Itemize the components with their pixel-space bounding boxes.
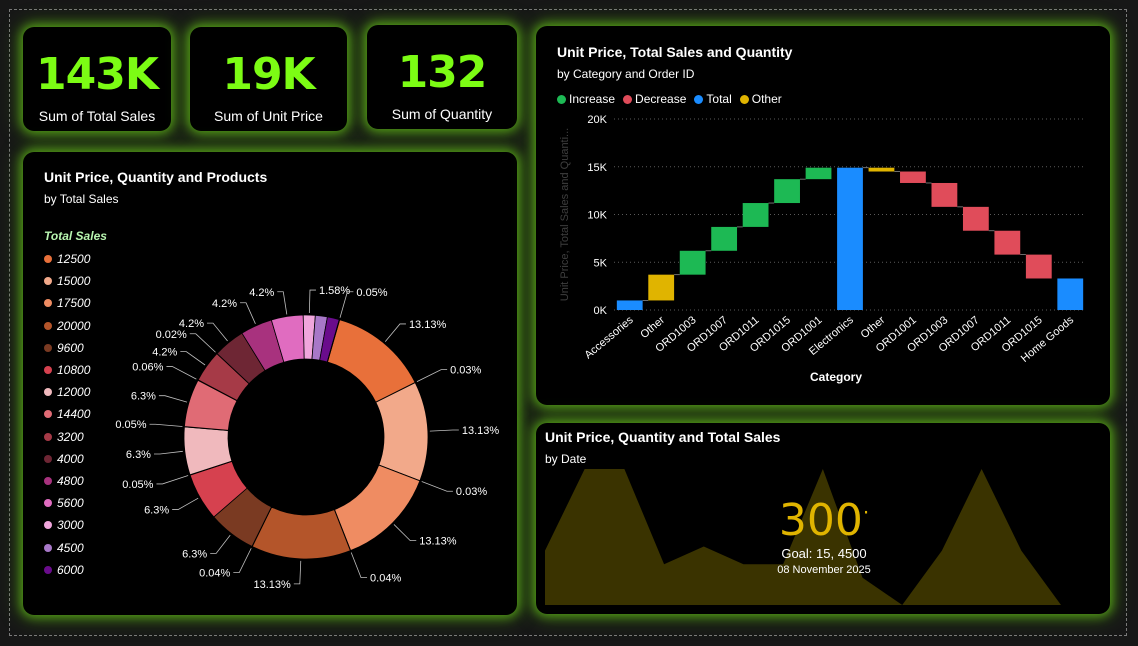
y-tick-label: 0K <box>594 305 608 317</box>
slice-data-label: 13.13% <box>419 536 457 548</box>
slice-leader-line <box>429 429 459 432</box>
kpi-number: 300 <box>778 495 863 546</box>
slice-data-label: 13.13% <box>409 319 447 331</box>
trend-kpi-card[interactable]: Unit Price, Quantity and Total Sales by … <box>536 423 1110 614</box>
slice-data-label: 4.2% <box>152 347 177 359</box>
kpi-goal: Goal: 15, 4500 <box>781 546 867 561</box>
slice-data-label: 0.05% <box>122 479 153 491</box>
chart-subtitle: by Date <box>545 452 587 466</box>
slice-data-label: 0.04% <box>199 567 230 579</box>
kpi-card-quantity[interactable]: 132 Sum of Quantity <box>367 25 517 129</box>
slice-data-label: 0.03% <box>456 486 487 498</box>
slice-leader-line <box>210 534 231 554</box>
slice-leader-line <box>180 351 206 366</box>
slice-leader-line <box>172 497 199 510</box>
kpi-value: 300· <box>774 495 874 546</box>
slice-leader-line <box>293 560 302 585</box>
waterfall-bar[interactable] <box>742 203 769 227</box>
waterfall-bar[interactable] <box>868 167 895 172</box>
y-tick-label: 5K <box>594 257 608 269</box>
slice-data-label: 6.3% <box>126 449 151 461</box>
slice-leader-line <box>384 323 406 342</box>
slice-leader-line <box>206 322 228 342</box>
y-axis-title: Unit Price, Total Sales and Quanti... <box>559 128 571 301</box>
waterfall-bar[interactable] <box>931 182 958 207</box>
waterfall-bar[interactable] <box>648 274 675 301</box>
y-tick-label: 20K <box>587 114 607 126</box>
slice-leader-line <box>308 289 316 314</box>
kpi-label: Sum of Unit Price <box>214 108 323 124</box>
y-tick-label: 15K <box>587 162 607 174</box>
slice-leader-line <box>277 291 288 315</box>
waterfall-bar[interactable] <box>1057 278 1084 310</box>
y-tick-label: 10K <box>587 210 607 222</box>
waterfall-chart[interactable]: 0K5K10K15K20KAccessories OtherORD1003ORD1… <box>536 26 1110 405</box>
slice-data-label: 4.2% <box>212 298 237 310</box>
slice-leader-line <box>393 524 417 542</box>
waterfall-bar[interactable] <box>837 167 863 310</box>
slice-leader-line <box>149 423 183 427</box>
kpi-card-unit-price[interactable]: 19K Sum of Unit Price <box>190 27 347 131</box>
waterfall-bar[interactable] <box>774 179 800 204</box>
x-axis-title: Category <box>810 370 862 384</box>
kpi-value: 132 <box>397 47 488 98</box>
slice-data-label: 6.3% <box>131 391 156 403</box>
kpi-label: Sum of Quantity <box>391 106 493 122</box>
waterfall-bar[interactable] <box>900 171 926 183</box>
slice-leader-line <box>421 481 453 492</box>
waterfall-bar[interactable] <box>994 230 1021 255</box>
slice-data-label: 4.2% <box>179 318 204 330</box>
kpi-card-total-sales[interactable]: 143K Sum of Total Sales <box>23 27 171 131</box>
slice-data-label: 0.06% <box>132 362 163 374</box>
slice-leader-line <box>350 552 368 579</box>
slice-leader-line <box>233 548 252 573</box>
slice-data-label: 13.13% <box>462 425 500 437</box>
slice-leader-line <box>153 450 183 455</box>
slice-leader-line <box>166 366 197 380</box>
waterfall-bar[interactable] <box>962 206 989 231</box>
slice-leader-line <box>156 475 189 485</box>
donut-chart-card[interactable]: Unit Price, Quantity and Products by Tot… <box>23 152 517 615</box>
kpi-label: Sum of Total Sales <box>38 108 156 124</box>
slice-leader-line <box>240 302 256 324</box>
slice-leader-line <box>158 395 188 403</box>
waterfall-bar[interactable] <box>1025 254 1052 279</box>
x-tick-label: Accessories <box>583 314 637 362</box>
waterfall-bar[interactable] <box>805 167 832 180</box>
chart-title: Unit Price, Quantity and Total Sales <box>545 429 781 445</box>
kpi-date: 08 November 2025 <box>777 564 871 576</box>
donut-chart[interactable]: 13.13% 0.03% 13.13% 0.03% 13.13% 0.04% 13.13% 0… <box>23 152 517 615</box>
waterfall-chart-card[interactable]: Unit Price, Total Sales and Quantity by … <box>536 26 1110 405</box>
slice-data-label: 0.05% <box>115 419 146 431</box>
slice-data-label: 0.05% <box>356 287 387 299</box>
slice-leader-line <box>416 369 448 383</box>
slice-leader-line <box>189 333 216 353</box>
kpi-value: 143K <box>36 49 159 100</box>
slice-data-label: 6.3% <box>182 548 207 560</box>
kpi-dot-icon: · <box>862 500 870 525</box>
slice-data-label: 6.3% <box>144 505 169 517</box>
slice-data-label: 0.02% <box>156 329 187 341</box>
kpi-value: 19K <box>222 49 315 100</box>
slice-data-label: 4.2% <box>249 287 274 299</box>
waterfall-bar[interactable] <box>616 300 643 310</box>
slice-data-label: 0.04% <box>370 573 401 585</box>
waterfall-bar[interactable] <box>679 250 706 275</box>
waterfall-bar[interactable] <box>711 226 738 251</box>
slice-data-label: 13.13% <box>253 579 291 591</box>
slice-data-label: 0.03% <box>450 365 481 377</box>
slice-data-label: 1.58% <box>319 285 350 297</box>
